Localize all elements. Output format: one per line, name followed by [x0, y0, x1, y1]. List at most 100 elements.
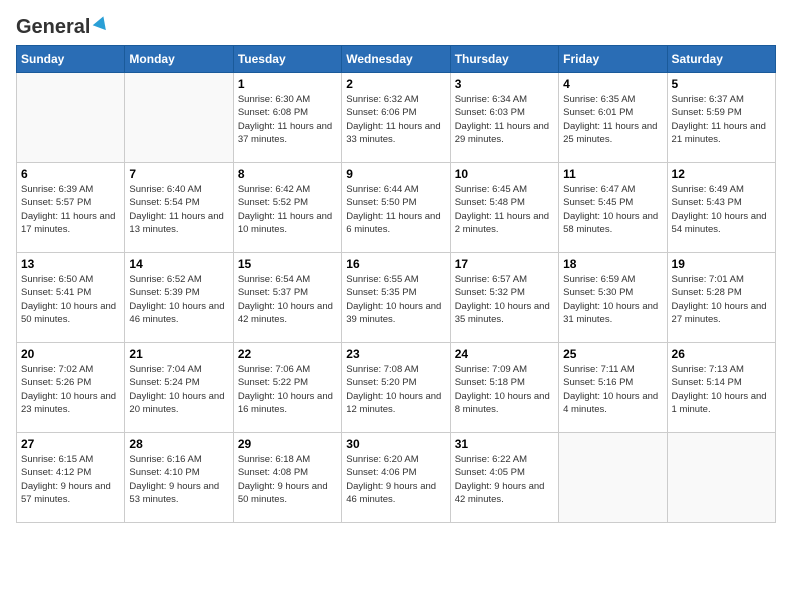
weekday-header-friday: Friday	[559, 46, 667, 73]
week-row-2: 6 Sunrise: 6:39 AM Sunset: 5:57 PM Daylig…	[17, 163, 776, 253]
day-number: 12	[672, 167, 771, 181]
weekday-header-tuesday: Tuesday	[233, 46, 341, 73]
calendar-cell: 25Sunrise: 7:11 AM Sunset: 5:16 PM Dayli…	[559, 343, 667, 433]
day-info: Sunrise: 6:57 AM Sunset: 5:32 PM Dayligh…	[455, 273, 554, 326]
day-info: Sunrise: 6:30 AM Sunset: 6:08 PM Dayligh…	[238, 93, 337, 146]
day-number: 10	[455, 167, 554, 181]
week-row-4: 20 Sunrise: 7:02 AM Sunset: 5:26 PM Dayli…	[17, 343, 776, 433]
calendar-cell: 28 Sunrise: 6:16 AM Sunset: 4:10 PM Dayli…	[125, 433, 233, 523]
day-info: Sunrise: 6:15 AM Sunset: 4:12 PM Dayligh…	[21, 453, 120, 506]
day-number: 21	[129, 347, 228, 361]
day-info: Sunrise: 6:59 AM Sunset: 5:30 PM Dayligh…	[563, 273, 662, 326]
day-number: 19	[672, 257, 771, 271]
calendar-cell: 23 Sunrise: 7:08 AM Sunset: 5:20 PM Dayli…	[342, 343, 450, 433]
calendar-cell: 30Sunrise: 6:20 AM Sunset: 4:06 PM Dayli…	[342, 433, 450, 523]
day-number: 26	[672, 347, 771, 361]
day-number: 22	[238, 347, 337, 361]
day-number: 20	[21, 347, 120, 361]
day-number: 18	[563, 257, 662, 271]
page-header: General	[16, 16, 776, 35]
day-number: 11	[563, 167, 662, 181]
day-info: Sunrise: 6:16 AM Sunset: 4:10 PM Dayligh…	[129, 453, 228, 506]
calendar-cell: 18 Sunrise: 6:59 AM Sunset: 5:30 PM Dayli…	[559, 253, 667, 343]
day-info: Sunrise: 6:34 AM Sunset: 6:03 PM Dayligh…	[455, 93, 554, 146]
calendar-cell: 2 Sunrise: 6:32 AM Sunset: 6:06 PM Daylig…	[342, 73, 450, 163]
day-number: 28	[129, 437, 228, 451]
day-number: 3	[455, 77, 554, 91]
week-row-3: 13 Sunrise: 6:50 AM Sunset: 5:41 PM Dayli…	[17, 253, 776, 343]
calendar-cell: 26 Sunrise: 7:13 AM Sunset: 5:14 PM Dayli…	[667, 343, 775, 433]
day-info: Sunrise: 6:55 AM Sunset: 5:35 PM Dayligh…	[346, 273, 445, 326]
day-info: Sunrise: 6:50 AM Sunset: 5:41 PM Dayligh…	[21, 273, 120, 326]
logo-bird-icon	[92, 14, 110, 32]
calendar-cell: 8 Sunrise: 6:42 AM Sunset: 5:52 PM Daylig…	[233, 163, 341, 253]
calendar-cell: 15 Sunrise: 6:54 AM Sunset: 5:37 PM Dayli…	[233, 253, 341, 343]
day-number: 23	[346, 347, 445, 361]
day-number: 2	[346, 77, 445, 91]
calendar-cell	[667, 433, 775, 523]
day-number: 13	[21, 257, 120, 271]
day-number: 5	[672, 77, 771, 91]
day-info: Sunrise: 7:13 AM Sunset: 5:14 PM Dayligh…	[672, 363, 771, 416]
calendar-cell: 6 Sunrise: 6:39 AM Sunset: 5:57 PM Daylig…	[17, 163, 125, 253]
weekday-header-row: SundayMondayTuesdayWednesdayThursdayFrid…	[17, 46, 776, 73]
calendar-cell: 5 Sunrise: 6:37 AM Sunset: 5:59 PM Daylig…	[667, 73, 775, 163]
day-number: 1	[238, 77, 337, 91]
calendar-cell: 19 Sunrise: 7:01 AM Sunset: 5:28 PM Dayli…	[667, 253, 775, 343]
calendar-cell	[559, 433, 667, 523]
day-info: Sunrise: 6:22 AM Sunset: 4:05 PM Dayligh…	[455, 453, 554, 506]
calendar-cell: 12 Sunrise: 6:49 AM Sunset: 5:43 PM Dayli…	[667, 163, 775, 253]
day-number: 25	[563, 347, 662, 361]
day-info: Sunrise: 6:54 AM Sunset: 5:37 PM Dayligh…	[238, 273, 337, 326]
day-number: 30	[346, 437, 445, 451]
day-number: 6	[21, 167, 120, 181]
calendar-cell: 27Sunrise: 6:15 AM Sunset: 4:12 PM Dayli…	[17, 433, 125, 523]
calendar-cell: 7Sunrise: 6:40 AM Sunset: 5:54 PM Daylig…	[125, 163, 233, 253]
week-row-5: 27Sunrise: 6:15 AM Sunset: 4:12 PM Dayli…	[17, 433, 776, 523]
calendar-cell: 11 Sunrise: 6:47 AM Sunset: 5:45 PM Dayli…	[559, 163, 667, 253]
calendar-cell: 3 Sunrise: 6:34 AM Sunset: 6:03 PM Daylig…	[450, 73, 558, 163]
calendar-cell: 22Sunrise: 7:06 AM Sunset: 5:22 PM Dayli…	[233, 343, 341, 433]
weekday-header-monday: Monday	[125, 46, 233, 73]
day-info: Sunrise: 7:01 AM Sunset: 5:28 PM Dayligh…	[672, 273, 771, 326]
day-info: Sunrise: 6:42 AM Sunset: 5:52 PM Dayligh…	[238, 183, 337, 236]
day-info: Sunrise: 7:08 AM Sunset: 5:20 PM Dayligh…	[346, 363, 445, 416]
weekday-header-sunday: Sunday	[17, 46, 125, 73]
day-info: Sunrise: 6:47 AM Sunset: 5:45 PM Dayligh…	[563, 183, 662, 236]
weekday-header-saturday: Saturday	[667, 46, 775, 73]
day-number: 8	[238, 167, 337, 181]
day-info: Sunrise: 6:44 AM Sunset: 5:50 PM Dayligh…	[346, 183, 445, 236]
weekday-header-thursday: Thursday	[450, 46, 558, 73]
day-info: Sunrise: 6:45 AM Sunset: 5:48 PM Dayligh…	[455, 183, 554, 236]
calendar-cell: 14 Sunrise: 6:52 AM Sunset: 5:39 PM Dayli…	[125, 253, 233, 343]
day-number: 17	[455, 257, 554, 271]
day-number: 24	[455, 347, 554, 361]
day-number: 9	[346, 167, 445, 181]
calendar-cell: 24Sunrise: 7:09 AM Sunset: 5:18 PM Dayli…	[450, 343, 558, 433]
day-number: 29	[238, 437, 337, 451]
day-number: 16	[346, 257, 445, 271]
day-info: Sunrise: 7:02 AM Sunset: 5:26 PM Dayligh…	[21, 363, 120, 416]
day-info: Sunrise: 6:39 AM Sunset: 5:57 PM Dayligh…	[21, 183, 120, 236]
day-number: 15	[238, 257, 337, 271]
day-info: Sunrise: 6:32 AM Sunset: 6:06 PM Dayligh…	[346, 93, 445, 146]
calendar-cell: 17 Sunrise: 6:57 AM Sunset: 5:32 PM Dayli…	[450, 253, 558, 343]
calendar-table: SundayMondayTuesdayWednesdayThursdayFrid…	[16, 45, 776, 523]
day-info: Sunrise: 6:18 AM Sunset: 4:08 PM Dayligh…	[238, 453, 337, 506]
day-info: Sunrise: 6:37 AM Sunset: 5:59 PM Dayligh…	[672, 93, 771, 146]
calendar-cell: 29 Sunrise: 6:18 AM Sunset: 4:08 PM Dayli…	[233, 433, 341, 523]
day-number: 14	[129, 257, 228, 271]
day-info: Sunrise: 7:04 AM Sunset: 5:24 PM Dayligh…	[129, 363, 228, 416]
calendar-cell: 9 Sunrise: 6:44 AM Sunset: 5:50 PM Daylig…	[342, 163, 450, 253]
day-info: Sunrise: 6:52 AM Sunset: 5:39 PM Dayligh…	[129, 273, 228, 326]
day-info: Sunrise: 6:35 AM Sunset: 6:01 PM Dayligh…	[563, 93, 662, 146]
calendar-cell: 31Sunrise: 6:22 AM Sunset: 4:05 PM Dayli…	[450, 433, 558, 523]
calendar-cell: 13 Sunrise: 6:50 AM Sunset: 5:41 PM Dayli…	[17, 253, 125, 343]
weekday-header-wednesday: Wednesday	[342, 46, 450, 73]
calendar-cell: 21 Sunrise: 7:04 AM Sunset: 5:24 PM Dayli…	[125, 343, 233, 433]
calendar-cell: 16 Sunrise: 6:55 AM Sunset: 5:35 PM Dayli…	[342, 253, 450, 343]
day-number: 7	[129, 167, 228, 181]
logo: General	[16, 16, 110, 35]
day-info: Sunrise: 6:49 AM Sunset: 5:43 PM Dayligh…	[672, 183, 771, 236]
calendar-cell: 20 Sunrise: 7:02 AM Sunset: 5:26 PM Dayli…	[17, 343, 125, 433]
